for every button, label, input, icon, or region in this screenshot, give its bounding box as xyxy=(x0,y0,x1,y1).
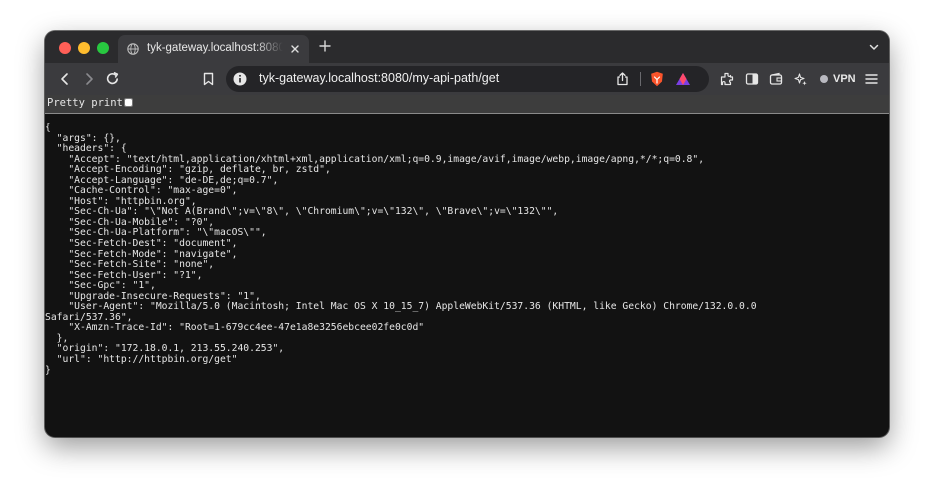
extensions-icon[interactable] xyxy=(720,72,734,86)
leo-ai-icon[interactable] xyxy=(793,72,808,86)
address-bar[interactable]: tyk-gateway.localhost:8080/my-api-path/g… xyxy=(226,66,709,92)
active-tab[interactable]: tyk-gateway.localhost:8080/my-api-path/g… xyxy=(118,35,309,63)
tabs-menu-chevron-icon[interactable] xyxy=(869,42,879,52)
bookmark-icon[interactable] xyxy=(203,72,214,86)
wallet-icon[interactable] xyxy=(769,72,783,86)
vpn-button[interactable]: VPN xyxy=(820,72,856,86)
json-line: "args": {}, xyxy=(45,132,121,144)
tab-title: tyk-gateway.localhost:8080/my-api-path/g… xyxy=(147,42,283,54)
minimize-window-icon[interactable] xyxy=(78,42,90,54)
globe-favicon-icon xyxy=(127,43,139,55)
json-line: "Sec-Fetch-Dest": "document", xyxy=(45,238,238,250)
json-line: "url": "http://httpbin.org/get" xyxy=(45,354,238,366)
reload-icon[interactable] xyxy=(105,71,120,86)
json-line: "X-Amzn-Trace-Id": "Root=1-679cc4ee-47e1… xyxy=(45,322,425,334)
brave-rewards-icon[interactable] xyxy=(675,72,691,86)
brave-shield-icon[interactable] xyxy=(650,71,664,87)
info-icon[interactable] xyxy=(232,71,248,87)
tab-close-icon[interactable] xyxy=(289,43,301,55)
address-bar-divider xyxy=(640,72,641,86)
json-line: "User-Agent": "Mozilla/5.0 (Macintosh; I… xyxy=(45,301,757,313)
zoom-window-icon[interactable] xyxy=(97,42,109,54)
close-window-icon[interactable] xyxy=(59,42,71,54)
browser-window: tyk-gateway.localhost:8080/my-api-path/g… xyxy=(45,31,889,437)
json-response-body: { "args": {}, "headers": { "Accept": "te… xyxy=(45,123,889,433)
vpn-icon xyxy=(820,75,828,83)
pretty-print-bar: Pretty print xyxy=(45,95,889,114)
pretty-print-checkbox[interactable] xyxy=(124,98,133,107)
json-line: "Sec-Fetch-User": "?1", xyxy=(45,269,203,281)
json-line: } xyxy=(45,364,51,376)
new-tab-icon[interactable] xyxy=(318,39,332,53)
toolbar: tyk-gateway.localhost:8080/my-api-path/g… xyxy=(45,63,889,95)
json-line: { xyxy=(45,123,51,133)
sidebar-icon[interactable] xyxy=(745,72,759,86)
pretty-print-label: Pretty print xyxy=(47,97,123,109)
vpn-label: VPN xyxy=(833,73,856,85)
forward-icon[interactable] xyxy=(82,72,96,86)
share-icon[interactable] xyxy=(616,72,629,86)
tab-bar: tyk-gateway.localhost:8080/my-api-path/g… xyxy=(45,31,889,63)
back-icon[interactable] xyxy=(58,72,72,86)
url-text[interactable]: tyk-gateway.localhost:8080/my-api-path/g… xyxy=(259,71,499,85)
menu-icon[interactable] xyxy=(865,73,878,85)
